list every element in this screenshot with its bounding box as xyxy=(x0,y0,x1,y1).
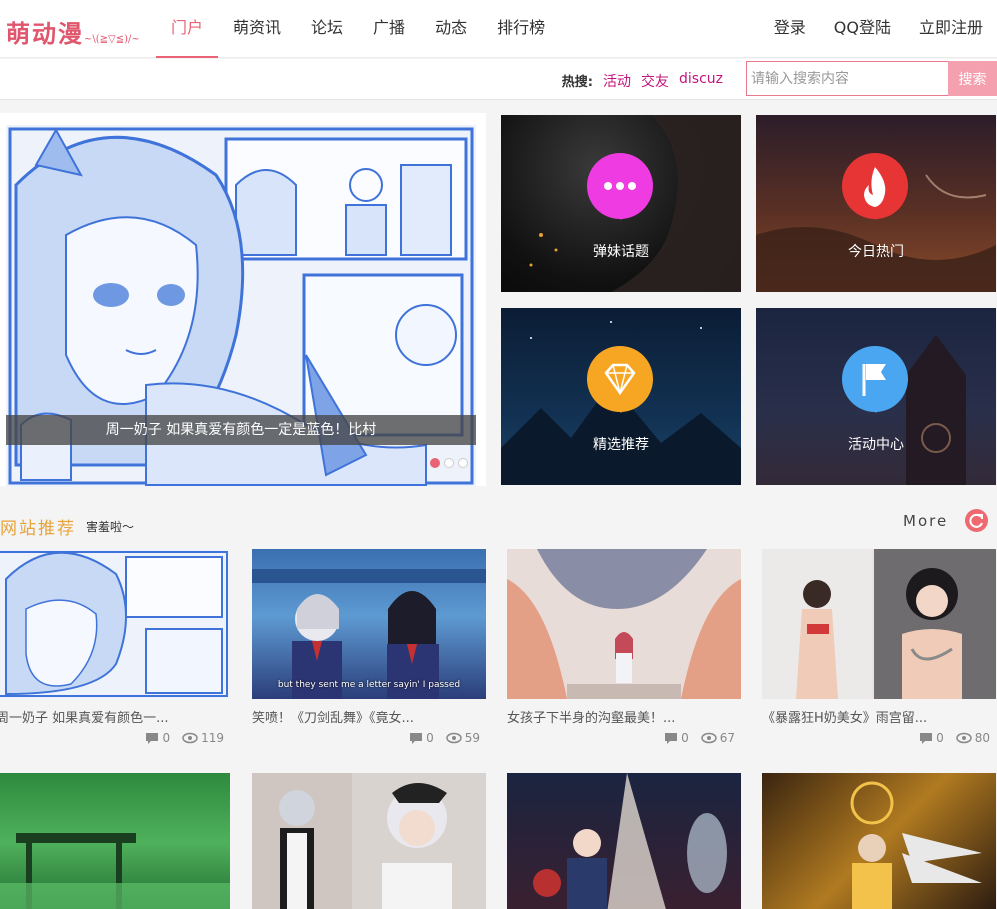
icon-pointer xyxy=(870,212,882,220)
nav-item-broadcast[interactable]: 广播 xyxy=(358,0,420,58)
post-stats: 0 59 xyxy=(252,731,486,745)
slider-dot[interactable] xyxy=(458,458,468,468)
tile-label: 活动中心 xyxy=(848,437,904,453)
flag-icon xyxy=(842,346,908,412)
comment-count: 0 xyxy=(919,731,944,745)
comment-icon xyxy=(665,733,678,744)
tile-label: 精选推荐 xyxy=(593,437,649,453)
tile-topic[interactable]: 弹妹话题 xyxy=(501,115,741,292)
site-logo[interactable]: 萌动漫~\(≧▽≦)/~ xyxy=(6,14,140,49)
view-count: 80 xyxy=(955,731,990,745)
post-card[interactable] xyxy=(0,773,230,909)
flame-icon xyxy=(842,153,908,219)
icon-pointer xyxy=(615,405,627,413)
comment-count: 0 xyxy=(145,731,170,745)
tile-featured[interactable]: 精选推荐 xyxy=(501,308,741,485)
refresh-icon[interactable] xyxy=(965,509,988,532)
post-stats: 0 80 xyxy=(762,731,996,745)
register-link[interactable]: 立即注册 xyxy=(905,0,997,58)
post-thumbnail[interactable] xyxy=(252,773,486,909)
post-card[interactable] xyxy=(762,773,996,909)
post-title[interactable]: 笑喷！《刀剑乱舞》《竟女... xyxy=(252,707,486,726)
hot-search-label: 热搜: xyxy=(561,75,593,90)
comment-icon xyxy=(920,733,933,744)
icon-pointer xyxy=(870,405,882,413)
post-card[interactable]: 《暴露狂H奶美女》雨宫留... 0 80 xyxy=(762,549,996,745)
nav-item-portal[interactable]: 门户 xyxy=(156,0,219,58)
comment-icon xyxy=(410,733,423,744)
diamond-icon xyxy=(587,346,653,412)
view-count: 59 xyxy=(445,731,480,745)
post-thumbnail[interactable] xyxy=(762,773,996,909)
eye-icon xyxy=(700,732,717,744)
hot-term[interactable]: 交友 xyxy=(641,71,669,91)
chat-bubble-icon xyxy=(587,153,653,219)
slider-dots xyxy=(430,458,468,468)
post-card[interactable] xyxy=(252,773,486,909)
search-bar: 热搜: 活动 交友 discuz 搜索 xyxy=(0,59,997,100)
eye-icon xyxy=(182,732,198,744)
post-title[interactable]: 女孩子下半身的沟壑最美！... xyxy=(507,707,741,726)
nav-item-forum[interactable]: 论坛 xyxy=(296,0,358,58)
tile-label: 弹妹话题 xyxy=(593,244,649,260)
search-button[interactable]: 搜索 xyxy=(948,61,997,96)
post-thumbnail[interactable] xyxy=(507,549,741,699)
hot-term[interactable]: 活动 xyxy=(603,71,631,91)
hot-search: 热搜: 活动 交友 discuz xyxy=(562,71,723,91)
post-thumbnail[interactable] xyxy=(507,773,741,909)
tile-events[interactable]: 活动中心 xyxy=(756,308,996,485)
slider-dot[interactable] xyxy=(430,458,440,468)
slider-dot[interactable] xyxy=(444,458,454,468)
top-nav: 萌动漫~\(≧▽≦)/~ 门户 萌资讯 论坛 广播 动态 排行榜 登录 QQ登陆… xyxy=(0,0,997,58)
main-nav: 门户 萌资讯 论坛 广播 动态 排行榜 xyxy=(156,0,560,58)
section-subtitle: 害羞啦～ xyxy=(86,520,135,534)
video-subtitle: but they sent me a letter sayin' I passe… xyxy=(277,680,461,690)
post-title[interactable]: 《暴露狂H奶美女》雨宫留... xyxy=(762,707,996,726)
icon-pointer xyxy=(615,212,627,220)
nav-item-ranking[interactable]: 排行榜 xyxy=(482,0,560,58)
nav-item-activity[interactable]: 动态 xyxy=(420,0,482,58)
comment-icon xyxy=(146,733,159,744)
qq-login-link[interactable]: QQ登陆 xyxy=(820,0,905,58)
post-title[interactable]: 周一奶子 如果真爱有颜色一... xyxy=(0,707,230,726)
tile-label: 今日热门 xyxy=(848,244,904,260)
post-stats: 0 119 xyxy=(0,731,230,745)
view-count: 67 xyxy=(700,731,735,745)
post-card[interactable]: 女孩子下半身的沟壑最美！... 0 67 xyxy=(507,549,741,745)
hero-slider[interactable]: 周一奶子 如果真爱有颜色一定是蓝色！比村 xyxy=(0,113,486,487)
tile-hot[interactable]: 今日热门 xyxy=(756,115,996,292)
eye-icon xyxy=(955,732,972,744)
post-card[interactable]: 周一奶子 如果真爱有颜色一... 0 119 xyxy=(0,549,230,745)
post-thumbnail[interactable] xyxy=(762,549,996,699)
post-thumbnail[interactable]: but they sent me a letter sayin' I passe… xyxy=(252,549,486,699)
eye-icon xyxy=(445,732,462,744)
post-card[interactable]: but they sent me a letter sayin' I passe… xyxy=(252,549,486,745)
comment-count: 0 xyxy=(664,731,689,745)
post-thumbnail[interactable] xyxy=(0,773,230,909)
comment-count: 0 xyxy=(409,731,434,745)
user-links: 登录 QQ登陆 立即注册 xyxy=(760,0,997,58)
post-card[interactable] xyxy=(507,773,741,909)
post-stats: 0 67 xyxy=(507,731,741,745)
view-count: 119 xyxy=(182,731,224,745)
section-title: 网站推荐 xyxy=(0,519,76,539)
search-input[interactable] xyxy=(746,61,948,96)
hero-caption[interactable]: 周一奶子 如果真爱有颜色一定是蓝色！比村 xyxy=(6,415,476,445)
hot-term[interactable]: discuz xyxy=(679,71,723,91)
more-link[interactable]: More xyxy=(903,512,948,530)
nav-item-news[interactable]: 萌资讯 xyxy=(218,0,296,58)
login-link[interactable]: 登录 xyxy=(760,0,820,58)
post-thumbnail[interactable] xyxy=(0,549,230,699)
